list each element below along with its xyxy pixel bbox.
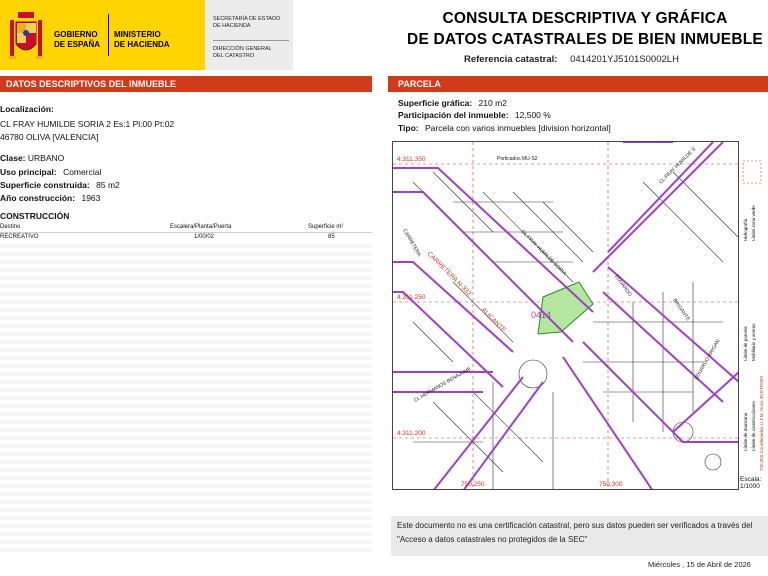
disclaimer-box: Este documento no es una certificación c…: [391, 516, 768, 556]
col-escalera: Escalera/Planta/Puerta: [170, 224, 232, 230]
map-coord-y3: 4.311.200: [397, 430, 426, 437]
scale-label: Escala:: [740, 476, 762, 483]
sup-grafica-value: 210 m2: [478, 98, 507, 108]
table-row: RECREATIVO 1/00/02 85: [0, 233, 372, 242]
construccion-table: Destino Escalera/Planta/Puerta Superfici…: [0, 224, 372, 554]
logo-divider: [108, 14, 109, 56]
address-line1: CL FRAY HUMILDE SORIA 2 Es:1 Pl:00 Pt:02: [0, 119, 175, 129]
legend-coordenadas: 750,350 Coordenadas U.T.M. Huso 30 ETRS8…: [759, 375, 764, 471]
ministerio-label: MINISTERIO DE HACIENDA: [114, 30, 170, 49]
legend-svg: Límite de parcela Hidrografía Límite zon…: [742, 160, 764, 471]
legend-manzana: Límite de manzana: [743, 412, 748, 451]
secretaria-block: SECRETARÍA DE ESTADO DE HACIENDA DIRECCI…: [205, 0, 293, 70]
ref-label: Referencia catastral:: [464, 54, 558, 65]
datos-descriptivos-header: DATOS DESCRIPTIVOS DEL INMUEBLE: [0, 76, 372, 92]
tipo-label: Tipo:: [398, 123, 419, 133]
map-street-brigante: BRIGANTE: [671, 298, 691, 323]
document-date: Miércoles , 15 de Abril de 2026: [648, 560, 751, 569]
ref-value: 0414201YJ5101S0002LH: [570, 54, 679, 65]
uso-label: Uso principal:: [0, 167, 57, 177]
anio-value: 1963: [81, 193, 101, 203]
tipo-value: Parcela con varios inmuebles [division h…: [425, 123, 611, 133]
legend-hidrografia: Hidrografía: [743, 218, 748, 241]
col-destino: Destino: [0, 224, 21, 230]
cell-escalera: 1/00/02: [194, 234, 215, 240]
map-street-alicante: ALICANTE: [480, 306, 508, 334]
legend-parcela: Límite de parcela: [743, 326, 748, 361]
address-line2: 46780 OLIVA [VALENCIA]: [0, 132, 99, 142]
scale-value: 1/1000: [740, 483, 760, 490]
sup-grafica-label: Superficie gráfica:: [398, 98, 473, 108]
anio-label: Año construcción:: [0, 193, 76, 203]
legend-mobiliario: Mobiliario y aceras: [751, 323, 756, 361]
government-logo-block: GOBIERNO DE ESPAÑA MINISTERIO DE HACIEND…: [0, 0, 205, 70]
referencia-catastral: Referencia catastral: 0414201YJ5101S0002…: [464, 54, 679, 65]
secretaria-divider: [213, 40, 289, 41]
col-superficie: Superficie m²: [308, 224, 344, 230]
map-coord-y1: 4.311.350: [397, 156, 426, 163]
localizacion-block: Localización: CL FRAY HUMILDE SORIA 2 Es…: [0, 103, 174, 144]
superficie-row: Superficie construida: 85 m2: [0, 180, 120, 190]
scale-box: Escala: 1/1000: [738, 476, 768, 490]
map-parcel-ref: 0414: [531, 310, 551, 320]
map-coord-x2: 750,300: [599, 481, 623, 488]
map-street-carretera: CARRETERA N-332: [426, 250, 473, 297]
participacion-value: 12,500 %: [514, 110, 551, 120]
table-stripes: [0, 244, 372, 554]
anio-row: Año construcción: 1963: [0, 193, 100, 203]
gobierno-label: GOBIERNO DE ESPAÑA: [54, 30, 101, 49]
cell-superficie: 85: [328, 234, 335, 240]
direccion-label: DIRECCIÓN GENERAL DEL CATASTRO: [213, 46, 272, 59]
legend-zona-verde: Límite zona verde: [751, 205, 756, 241]
superficie-value: 85 m2: [96, 180, 120, 190]
participacion-label: Participación del inmueble:: [398, 110, 509, 120]
sup-grafica-row: Superficie gráfica: 210 m2: [398, 98, 507, 108]
map-coord-x1: 750,250: [461, 481, 485, 488]
map-svg: 4.311.350 4.311.250 4.311.200 750,250 75…: [393, 142, 740, 489]
uso-row: Uso principal: Comercial: [0, 167, 101, 177]
map-street-fray: CL FRAY HUMILDE SORIA: [520, 229, 568, 277]
clase-row: Clase: URBANO: [0, 153, 64, 163]
coat-of-arms-icon: [9, 12, 43, 59]
cell-destino: RECREATIVO: [0, 234, 39, 240]
participacion-row: Participación del inmueble: 12,500 %: [398, 110, 551, 120]
clase-value: URBANO: [27, 153, 65, 163]
table-header-row: Destino Escalera/Planta/Puerta Superfici…: [0, 224, 372, 233]
localizacion-label: Localización:: [0, 104, 54, 114]
construccion-title: CONSTRUCCIÓN: [0, 211, 70, 221]
clase-label: Clase:: [0, 153, 26, 163]
map-legend: Límite de parcela Hidrografía Límite zon…: [738, 141, 768, 490]
tipo-row: Tipo: Parcela con varios inmuebles [divi…: [398, 123, 611, 133]
legend-red-marks: [742, 160, 762, 184]
legend-construcciones: Límite de construcciones: [751, 400, 756, 451]
parcela-header: PARCELA: [388, 76, 768, 92]
map-street-carretera2: CARRETERA: [401, 228, 422, 258]
cadastral-map[interactable]: 4.311.350 4.311.250 4.311.200 750,250 75…: [392, 141, 768, 490]
superficie-label: Superficie construida:: [0, 180, 90, 190]
secretaria-label: SECRETARÍA DE ESTADO DE HACIENDA: [213, 16, 281, 29]
map-porticos: Porticados MU-S2: [497, 156, 538, 162]
map-coord-y2: 4.311.250: [397, 294, 426, 301]
uso-value: Comercial: [63, 167, 102, 177]
page-title: CONSULTA DESCRIPTIVA Y GRÁFICA DE DATOS …: [407, 10, 763, 48]
